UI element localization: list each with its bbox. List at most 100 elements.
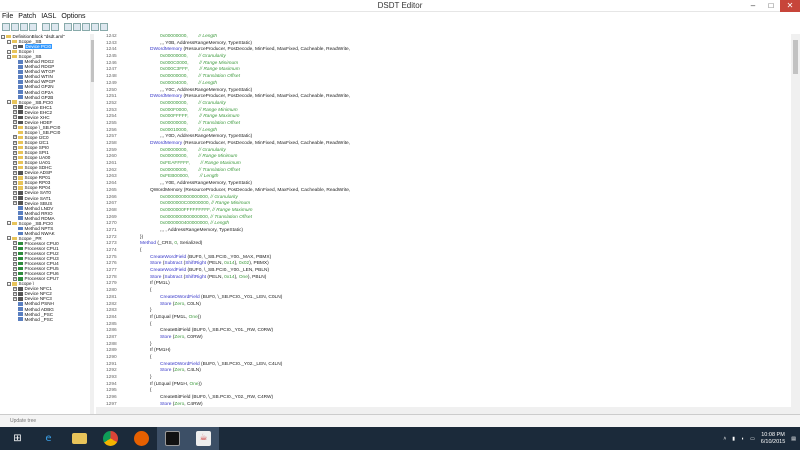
tree-scroll-thumb[interactable]: [90, 40, 94, 82]
code-line[interactable]: 1273 Method (_CRS, 0, Serialized): [96, 241, 791, 248]
code-line[interactable]: 1284 If (LEqual (PM1L, One)): [96, 315, 791, 322]
find-icon[interactable]: [64, 23, 72, 31]
expand-icon[interactable]: +: [13, 120, 17, 125]
expand-icon[interactable]: +: [13, 266, 17, 271]
start-button[interactable]: ⊞: [2, 427, 33, 450]
paste-icon[interactable]: [29, 23, 37, 31]
collapse-icon[interactable]: -: [7, 54, 11, 59]
expand-icon[interactable]: +: [13, 201, 17, 206]
code-line[interactable]: 1245 0x00000000, // Granularity: [96, 54, 791, 61]
editor-scrollbar[interactable]: [791, 34, 800, 414]
menu-patch[interactable]: Patch: [16, 12, 39, 22]
code-line[interactable]: 1274 {: [96, 248, 791, 255]
expand-icon[interactable]: +: [13, 175, 17, 180]
maximize-button[interactable]: □: [762, 0, 780, 12]
minimize-button[interactable]: –: [744, 0, 762, 12]
code-line[interactable]: 1251 DWordMemory (ResourceProducer, PosDe…: [96, 94, 791, 101]
code-line[interactable]: 1293}: [96, 375, 791, 382]
expand-icon[interactable]: +: [13, 115, 17, 120]
redo-icon[interactable]: [51, 23, 59, 31]
code-line[interactable]: 1280 {: [96, 288, 791, 295]
code-line[interactable]: 1279 If (PM1L): [96, 281, 791, 288]
code-line[interactable]: 1249 0x00004000, // Length: [96, 81, 791, 88]
code-line[interactable]: 1289 If (PM1H): [96, 348, 791, 355]
expand-icon[interactable]: +: [13, 170, 17, 175]
code-line[interactable]: 1281 CreateDWordField (BUF0, \_SB.PCI0._Y…: [96, 295, 791, 302]
collapse-icon[interactable]: -: [7, 49, 11, 54]
chevron-up-icon[interactable]: ˄: [723, 436, 726, 442]
menu-iasl[interactable]: IASL: [39, 12, 59, 22]
code-line[interactable]: 1296 CreateBitField (BUF0, \_SB.PCI0._Y02…: [96, 395, 791, 402]
back-icon[interactable]: [91, 23, 99, 31]
expand-icon[interactable]: +: [13, 125, 17, 130]
collapse-icon[interactable]: -: [7, 39, 11, 44]
code-line[interactable]: 1257 ,,, Y0D, AddressRangeMemory, TypeSta…: [96, 134, 791, 141]
expand-icon[interactable]: +: [13, 190, 17, 195]
code-line[interactable]: 1248 0x00000000, // Translation Offset: [96, 74, 791, 81]
code-line[interactable]: 1292 Store (Zero, C4LN): [96, 368, 791, 375]
acpi-tree-panel[interactable]: - DefinitionBlock "dsdt.aml" - Scope _SB + De…: [0, 34, 94, 414]
expand-icon[interactable]: +: [13, 241, 17, 246]
forward-icon[interactable]: [100, 23, 108, 31]
code-line[interactable]: 1264 ,,, Y0E, AddressRangeMemory, TypeSta…: [96, 181, 791, 188]
expand-icon[interactable]: +: [13, 150, 17, 155]
expand-icon[interactable]: +: [13, 286, 17, 291]
code-line[interactable]: 1283}: [96, 308, 791, 315]
code-line[interactable]: 1290 {: [96, 355, 791, 362]
expand-icon[interactable]: +: [13, 291, 17, 296]
expand-icon[interactable]: +: [13, 110, 17, 115]
menu-options[interactable]: Options: [59, 12, 88, 22]
keyboard-icon[interactable]: ▭: [750, 436, 755, 442]
code-line[interactable]: 1261 0xFEAFFFFF, // Range Maximum: [96, 161, 791, 168]
code-line[interactable]: 1242 0x00000000, // Length: [96, 34, 791, 41]
code-line[interactable]: 1268 0x0000000FFFFFFFFF, // Range Maximum: [96, 208, 791, 215]
code-line[interactable]: 1278 Store (Subtract (ShiftRight (PELN, 0…: [96, 275, 791, 282]
code-line[interactable]: 1294 If (LEqual (PM1H, One)): [96, 382, 791, 389]
code-line[interactable]: 1265 QWordMemory (ResourceProducer, PosDe…: [96, 188, 791, 195]
expand-icon[interactable]: +: [13, 196, 17, 201]
collapse-icon[interactable]: -: [7, 100, 11, 105]
network-icon[interactable]: ▮: [732, 436, 735, 442]
code-line[interactable]: 1252 0x00000000, // Granularity: [96, 101, 791, 108]
compile-icon[interactable]: [82, 23, 90, 31]
expand-icon[interactable]: +: [13, 271, 17, 276]
expand-icon[interactable]: +: [13, 135, 17, 140]
expand-icon[interactable]: +: [13, 296, 17, 301]
close-button[interactable]: ✕: [780, 0, 800, 12]
code-line[interactable]: 1255 0x00000000, // Translation Offset: [96, 121, 791, 128]
expand-icon[interactable]: +: [13, 165, 17, 170]
code-line[interactable]: 1258 DWordMemory (ResourceProducer, PosDe…: [96, 141, 791, 148]
notifications-icon[interactable]: ▤: [791, 436, 796, 442]
expand-icon[interactable]: +: [13, 145, 17, 150]
taskbar-firefox[interactable]: [126, 427, 157, 450]
code-line[interactable]: 1270 0x0000000400000000, // Length: [96, 221, 791, 228]
volume-icon[interactable]: ◖: [741, 436, 744, 442]
code-line[interactable]: 1288}: [96, 342, 791, 349]
expand-icon[interactable]: +: [13, 185, 17, 190]
editor-horizontal-scrollbar[interactable]: [96, 407, 791, 414]
expand-icon[interactable]: +: [13, 261, 17, 266]
expand-icon[interactable]: +: [13, 160, 17, 165]
taskbar-java[interactable]: ☕: [188, 427, 219, 450]
expand-icon[interactable]: +: [13, 246, 17, 251]
editor-scroll-thumb[interactable]: [793, 40, 798, 74]
code-editor[interactable]: 1242 0x00000000, // Length 1243,,, Y0B, Ad…: [96, 34, 791, 414]
save-icon[interactable]: [11, 23, 19, 31]
expand-icon[interactable]: +: [13, 251, 17, 256]
expand-icon[interactable]: +: [13, 155, 17, 160]
expand-icon[interactable]: +: [13, 276, 17, 281]
collapse-icon[interactable]: -: [7, 236, 11, 241]
menu-file[interactable]: File: [0, 12, 16, 22]
code-line[interactable]: 1286 CreateBitField (BUF0, \_SB.PCI0._Y01…: [96, 328, 791, 335]
taskbar-explorer[interactable]: [64, 427, 95, 450]
collapse-icon[interactable]: -: [7, 221, 11, 226]
code-line[interactable]: 1277 CreateWordField (BUF0, \_SB.PCI0._Y0…: [96, 268, 791, 275]
tree-node[interactable]: Method _PSC: [0, 317, 93, 322]
expand-icon[interactable]: +: [13, 140, 17, 145]
undo-icon[interactable]: [42, 23, 50, 31]
code-line[interactable]: 1271 ,,, , AddressRangeMemory, TypeStatic…: [96, 228, 791, 235]
replace-icon[interactable]: [73, 23, 81, 31]
expand-icon[interactable]: +: [13, 180, 17, 185]
clock[interactable]: 10:08 PM 6/10/2015: [761, 432, 785, 446]
expand-icon[interactable]: +: [13, 256, 17, 261]
